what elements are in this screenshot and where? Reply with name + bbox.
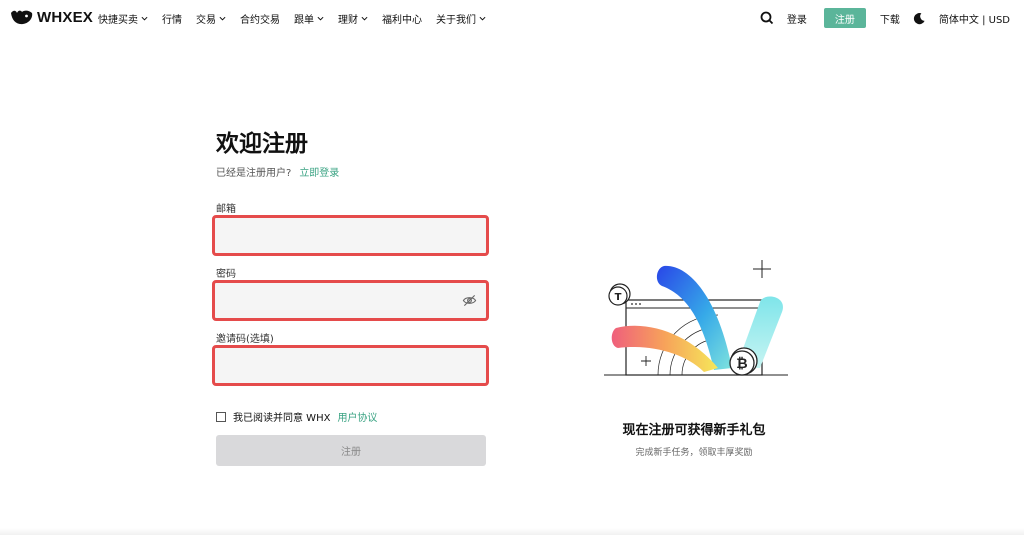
nav-actions: 登录 注册 下载 简体中文 | USD [760, 0, 1010, 36]
download-link[interactable]: 下载 [880, 11, 900, 26]
nav-quick-trade[interactable]: 快捷买卖 [98, 11, 148, 26]
chevron-down-icon [361, 16, 368, 21]
email-field-wrapper [212, 215, 489, 256]
nav-label: 行情 [162, 14, 182, 26]
nav-label: 跟单 [294, 14, 314, 26]
nav-label: 理财 [338, 14, 358, 26]
invite-code-label: 邀请码(选填) [216, 334, 274, 345]
crypto-illustration: ₿ T [604, 260, 788, 376]
nav-label: 福利中心 [382, 14, 422, 26]
footer-edge [0, 528, 1024, 535]
chevron-down-icon [141, 16, 148, 21]
agreement-checkbox[interactable] [216, 411, 226, 422]
agreement-text: 我已阅读并同意 WHX [233, 413, 331, 424]
existing-user-text: 已经是注册用户? [216, 168, 292, 179]
chevron-down-icon [317, 16, 324, 21]
search-icon[interactable] [760, 11, 774, 25]
promo-title: 现在注册可获得新手礼包 [622, 423, 766, 438]
nav-futures[interactable]: 合约交易 [240, 11, 280, 26]
password-label: 密码 [216, 269, 236, 280]
login-link[interactable]: 登录 [787, 11, 807, 26]
nav-label: 关于我们 [436, 14, 476, 26]
password-field[interactable] [215, 283, 486, 318]
moon-icon[interactable] [913, 12, 926, 25]
existing-user-line: 已经是注册用户? 立即登录 [216, 164, 339, 179]
page-title: 欢迎注册 [216, 131, 308, 157]
brand-name: WHXEX [37, 8, 94, 26]
nav-markets[interactable]: 行情 [162, 11, 182, 26]
language-currency-selector[interactable]: 简体中文 | USD [939, 11, 1010, 26]
nav-label: 快捷买卖 [98, 14, 138, 26]
nav-rewards-center[interactable]: 福利中心 [382, 11, 422, 26]
password-field-wrapper [212, 280, 489, 321]
chevron-down-icon [219, 16, 226, 21]
svg-text:₿: ₿ [736, 356, 747, 372]
eye-slash-icon[interactable] [462, 293, 477, 308]
nav-finance[interactable]: 理财 [338, 11, 368, 26]
nav-trade[interactable]: 交易 [196, 11, 226, 26]
agreement-row: 我已阅读并同意 WHX 用户协议 [216, 409, 377, 424]
email-label: 邮箱 [216, 204, 236, 215]
whale-logo-icon [11, 10, 33, 25]
nav-label: 合约交易 [240, 14, 280, 26]
login-now-link[interactable]: 立即登录 [299, 168, 339, 179]
email-field[interactable] [215, 218, 486, 253]
invite-code-field-wrapper [212, 345, 489, 386]
nav-about-us[interactable]: 关于我们 [436, 11, 486, 26]
invite-code-field[interactable] [215, 348, 486, 383]
svg-text:T: T [615, 292, 622, 303]
top-navbar: WHXEX 快捷买卖 行情 交易 合约交易 跟单 理财 福利中心 关于我们 登录… [0, 0, 1024, 36]
chevron-down-icon [479, 16, 486, 21]
brand-logo[interactable]: WHXEX [10, 8, 93, 26]
nav-copy-trading[interactable]: 跟单 [294, 11, 324, 26]
user-agreement-link[interactable]: 用户协议 [337, 409, 377, 424]
register-button[interactable]: 注册 [216, 435, 486, 466]
main-nav: 快捷买卖 行情 交易 合约交易 跟单 理财 福利中心 关于我们 [98, 0, 500, 36]
nav-label: 交易 [196, 14, 216, 26]
promo-subtitle: 完成新手任务，领取丰厚奖励 [635, 448, 753, 458]
signup-button[interactable]: 注册 [823, 8, 866, 28]
